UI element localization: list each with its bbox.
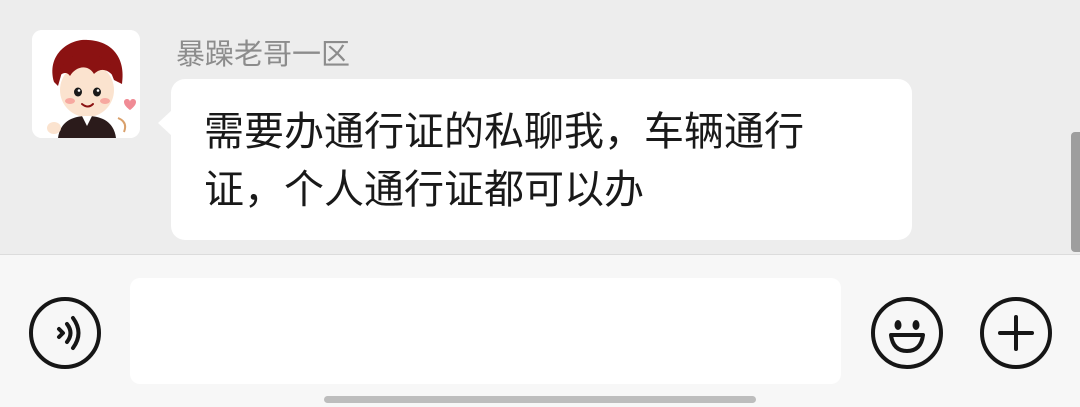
- more-button[interactable]: [980, 297, 1052, 369]
- emoji-button[interactable]: [871, 297, 943, 369]
- avatar[interactable]: [32, 30, 140, 138]
- smiley-emoji-icon: [889, 320, 925, 353]
- scrollbar[interactable]: [1071, 132, 1080, 252]
- message-text: 需要办通行证的私聊我，车辆通行 证，个人通行证都可以办: [204, 103, 894, 219]
- message-input[interactable]: [130, 278, 841, 384]
- chat-area[interactable]: 暴躁老哥一区 需要办通行证的私聊我，车辆通行 证，个人通行证都可以办: [0, 0, 1080, 254]
- message-line: 需要办通行证的私聊我，车辆通行: [204, 109, 804, 155]
- message-bubble[interactable]: 需要办通行证的私聊我，车辆通行 证，个人通行证都可以办: [171, 79, 912, 240]
- sender-name: 暴躁老哥一区: [176, 37, 351, 71]
- bubble-tail: [158, 110, 172, 136]
- home-indicator[interactable]: [324, 396, 756, 403]
- message-line: 证，个人通行证都可以办: [204, 167, 644, 213]
- plus-icon: [998, 315, 1034, 351]
- voice-icon: [57, 316, 81, 350]
- input-bar: [0, 254, 1080, 407]
- voice-button[interactable]: [29, 297, 101, 369]
- cartoon-boy-avatar-icon: [32, 30, 140, 138]
